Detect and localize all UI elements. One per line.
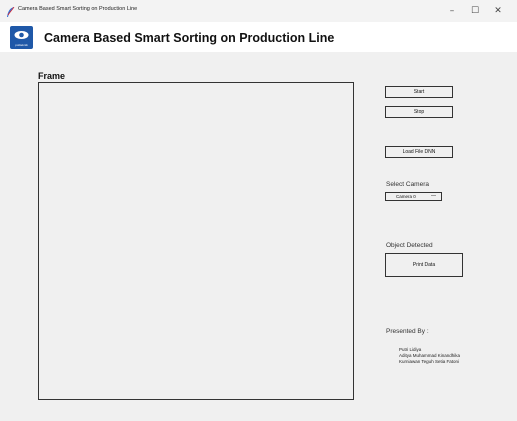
load-dnn-button[interactable]: Load File DNN [385,146,453,158]
dropdown-indicator-icon: — [431,193,436,199]
load-dnn-button-label: Load File DNN [402,149,436,155]
print-data-button-label: Print Data [412,262,436,268]
app-header: politeknik Camera Based Smart Sorting on… [0,22,517,52]
stop-button-label: Stop [413,109,425,115]
start-button-label: Start [413,89,425,95]
maximize-button[interactable]: ☐ [463,3,487,19]
camera-select-value: Camera 0 [396,194,416,199]
logo-text: politeknik [15,43,28,47]
select-camera-label: Select Camera [386,181,429,188]
presenter-list: Putri Lidiya Aditya Muhammad Kinandhika … [399,347,460,365]
camera-frame [38,82,354,400]
print-data-button[interactable]: Print Data [385,253,463,277]
frame-label: Frame [38,71,66,81]
start-button[interactable]: Start [385,86,453,98]
presenter-name: Kurniawan Teguh Setia Fatoni [399,359,459,364]
presented-by-label: Presented By : [386,328,429,335]
close-button[interactable]: ✕ [486,3,510,19]
feather-icon [6,5,15,17]
window-title: Camera Based Smart Sorting on Production… [18,6,138,12]
window-titlebar: Camera Based Smart Sorting on Production… [0,0,517,22]
camera-select[interactable]: Camera 0 — [385,192,442,201]
object-detected-label: Object Detected [386,242,433,249]
logo: politeknik [10,26,33,49]
minimize-button[interactable]: – [440,3,464,19]
app-title: Camera Based Smart Sorting on Production… [44,31,335,45]
stop-button[interactable]: Stop [385,106,453,118]
